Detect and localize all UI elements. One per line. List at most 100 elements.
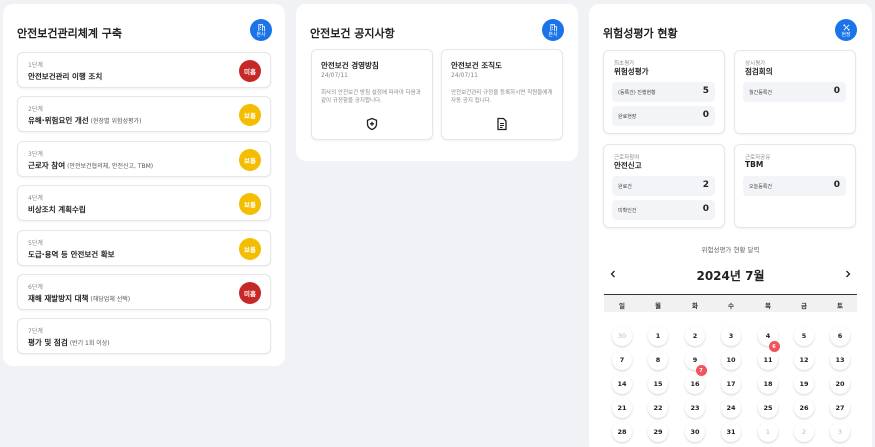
chevron-right-icon [846, 270, 851, 278]
notice-date: 24/07/11 [321, 72, 348, 79]
calendar-day[interactable]: 26 [794, 398, 814, 418]
stat-value: 0 [833, 86, 840, 96]
hq-button[interactable]: 본사 [250, 19, 272, 41]
step-card-6[interactable]: 6단계 재해 재발방지 대책 (해당업체 선택) 미흡 [17, 274, 271, 310]
calendar-day[interactable]: 5 [794, 326, 814, 346]
step-name: 평가 및 점검 (반기 1회 이상) [28, 338, 110, 347]
calendar-day[interactable]: 17 [721, 374, 741, 394]
step-card-2[interactable]: 2단계유해·위험요인 개선 (현장별 위험성평가) 보통 [17, 96, 271, 132]
risk-box-report[interactable]: 근로자참여 안전신고 완료건 2 미확인건 0 [603, 144, 725, 228]
step-name: 비상조치 계획수립 [28, 205, 86, 214]
notice-title: 안전보건 경영방침 [321, 61, 379, 70]
risk-box-initial[interactable]: 최초평가 위험성평가 (등록건) 진행현황 5 완료현장 0 [603, 50, 725, 134]
step-number: 5단계 [28, 240, 43, 247]
stat-value: 2 [702, 180, 709, 190]
calendar-day[interactable]: 20 [830, 374, 850, 394]
calendar-day[interactable]: 1 [648, 326, 668, 346]
shield-plus-icon [366, 117, 378, 131]
document-icon [497, 117, 507, 131]
calendar-day[interactable]: 24 [721, 398, 741, 418]
calendar-month: 2024년 7월 [696, 269, 765, 283]
site-button-label: 현장 [841, 31, 851, 38]
box-title: 위험성평가 [614, 67, 649, 76]
status-badge: 보통 [239, 193, 261, 215]
stat-row: 완료현장 0 [612, 106, 715, 126]
calendar-day[interactable]: 12 [794, 350, 814, 370]
calendar-day[interactable]: 15 [648, 374, 668, 394]
step-card-5[interactable]: 5단계 도급·용역 등 안전보건 확보 보통 [17, 230, 271, 266]
stat-row: 미확인건 0 [612, 200, 715, 220]
calendar-day[interactable]: 3 [721, 326, 741, 346]
calendar-day[interactable]: 19 [794, 374, 814, 394]
stat-row: 오늘등록건 0 [743, 176, 846, 196]
calendar-weekday-header: 일월화수목금토 [604, 294, 857, 312]
calendar-day[interactable]: 18 [758, 374, 778, 394]
step-card-7[interactable]: 7단계평가 및 점검 (반기 1회 이상) [17, 318, 271, 354]
step-card-4[interactable]: 4단계 비상조치 계획수립 보통 [17, 185, 271, 221]
step-card-1[interactable]: 1단계 안전보건관리 이행 조치 미흡 [17, 52, 271, 88]
calendar-day[interactable]: 29 [648, 422, 668, 442]
hq-button-label: 본사 [256, 31, 266, 38]
step-number: 2단계 [28, 106, 43, 113]
calendar-day[interactable]: 8 [648, 350, 668, 370]
next-month-button[interactable] [841, 267, 855, 281]
stat-label: 오늘등록건 [749, 184, 773, 190]
stat-value: 0 [702, 110, 709, 120]
calendar-day[interactable]: 13 [830, 350, 850, 370]
calendar-day[interactable]: 27 [830, 398, 850, 418]
hq-button[interactable]: 본사 [542, 19, 564, 41]
calendar-day[interactable]: 2 [685, 326, 705, 346]
stat-value: 0 [833, 180, 840, 190]
calendar-day[interactable]: 10 [721, 350, 741, 370]
step-note: (반기 1회 이상) [69, 340, 110, 347]
stat-label: 완료현장 [618, 114, 637, 120]
weekday-label: 일 [619, 302, 625, 310]
calendar-day[interactable]: 11 [758, 350, 778, 370]
step-name: 근로자 참여 (안전보건협의체, 안전신고, TBM) [28, 161, 154, 170]
stat-label: (등록건) 진행현황 [618, 90, 656, 96]
calendar-caption: 위험성평가 현황 달력 [701, 246, 760, 254]
calendar-day[interactable]: 22 [648, 398, 668, 418]
weekday-label: 목 [765, 302, 771, 310]
calendar-day[interactable]: 30 [685, 422, 705, 442]
calendar-day[interactable]: 25 [758, 398, 778, 418]
notice-card-policy[interactable]: 안전보건 경영방침 24/07/11 회사의 안전보건 방침 설정에 따라야 다… [311, 49, 433, 140]
calendar-day[interactable]: 7 [612, 350, 632, 370]
status-badge: 미흡 [239, 60, 261, 82]
calendar-day[interactable]: 6 [830, 326, 850, 346]
status-badge: 보통 [239, 238, 261, 260]
step-name: 재해 재발방지 대책 (해당업체 선택) [28, 294, 131, 303]
calendar-day[interactable]: 1 [758, 422, 778, 442]
calendar-day[interactable]: 31 [721, 422, 741, 442]
calendar-day[interactable]: 30 [612, 326, 632, 346]
notice-text: 안전보건관리 규정을 등록하시면 직원들에게 자동 공지 됩니다. [451, 90, 553, 104]
stat-value: 0 [702, 204, 709, 214]
risk-box-tbm[interactable]: 근로자공유 TBM 오늘등록건 0 [734, 144, 856, 228]
status-badge: 보통 [239, 149, 261, 171]
weekday-label: 금 [801, 302, 807, 310]
calendar-day[interactable]: 23 [685, 398, 705, 418]
stat-label: 완료건 [618, 184, 632, 190]
step-card-3[interactable]: 3단계 근로자 참여 (안전보건협의체, 안전신고, TBM) 보통 [17, 141, 271, 177]
stat-row: 완료건 2 [612, 176, 715, 196]
weekday-label: 수 [728, 302, 734, 310]
step-number: 7단계 [28, 328, 43, 335]
calendar-day[interactable]: 14 [612, 374, 632, 394]
step-number: 6단계 [28, 284, 43, 291]
calendar-day[interactable]: 21 [612, 398, 632, 418]
calendar-day[interactable]: 16 [685, 374, 705, 394]
weekday-label: 화 [692, 302, 698, 310]
status-badge: 보통 [239, 104, 261, 126]
calendar-day[interactable]: 28 [612, 422, 632, 442]
calendar-day[interactable]: 2 [794, 422, 814, 442]
panel-title: 위험성평가 현황 [603, 27, 678, 40]
notice-date: 24/07/11 [451, 72, 478, 79]
risk-assessment-panel: 위험성평가 현황 현장 최초평가 위험성평가 (등록건) 진행현황 5 완료현장… [589, 4, 872, 447]
notice-card-org[interactable]: 안전보건 조직도 24/07/11 안전보건관리 규정을 등록하시면 직원들에게… [441, 49, 563, 140]
risk-box-routine[interactable]: 상시평가 점검회의 월간등록건 0 [734, 50, 856, 134]
step-name: 유해·위험요인 개선 (현장별 위험성평가) [28, 116, 142, 125]
site-button[interactable]: 현장 [835, 19, 857, 41]
calendar-day[interactable]: 3 [830, 422, 850, 442]
stat-label: 미확인건 [618, 208, 637, 214]
building-icon [549, 23, 557, 31]
